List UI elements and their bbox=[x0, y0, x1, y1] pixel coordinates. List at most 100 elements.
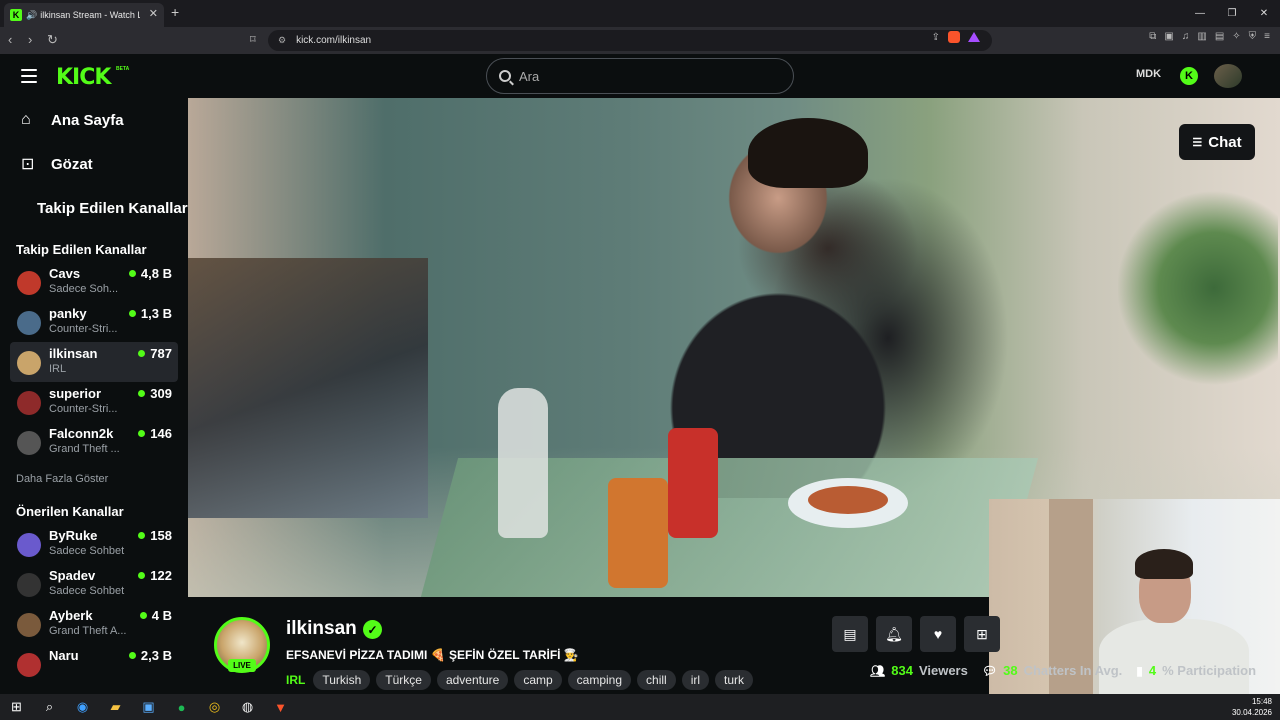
url-text[interactable]: kick.com/ilkinsan bbox=[296, 35, 371, 46]
system-clock[interactable]: 15:48 30.04.2026 bbox=[1232, 696, 1272, 718]
channel-item-naru[interactable]: Naru 2,3 B bbox=[10, 644, 178, 684]
kick-rewards-icon[interactable]: K bbox=[1180, 67, 1198, 85]
verified-icon: ✓ bbox=[363, 620, 382, 639]
brave-shields-icon[interactable] bbox=[948, 31, 960, 43]
tag-chip[interactable]: chill bbox=[637, 670, 676, 690]
hamburger-menu-icon[interactable] bbox=[21, 69, 37, 83]
chat-toggle-button[interactable]: ☰ Chat bbox=[1179, 124, 1255, 160]
tag-chip[interactable]: camp bbox=[514, 670, 562, 690]
spotify-icon[interactable]: ● bbox=[165, 694, 198, 720]
taskbar: ⊞ ⌕ ◉ ▰ ▣ ● ◎ ◍ ▼ 15:48 30.04.2026 bbox=[0, 694, 1280, 720]
clip-button[interactable]: ▤ bbox=[832, 616, 868, 652]
streamer-name[interactable]: ilkinsan bbox=[286, 618, 357, 640]
category-link[interactable]: IRL bbox=[286, 673, 305, 687]
sidebar-item-following[interactable]: Takip Edilen Kanallar bbox=[0, 186, 188, 230]
sidebar-icon[interactable]: ▥ bbox=[1197, 31, 1206, 42]
tag-chip[interactable]: irl bbox=[681, 670, 710, 690]
menu-icon[interactable]: ≡ bbox=[1264, 31, 1270, 42]
tag-chip[interactable]: camping bbox=[567, 670, 632, 690]
viewer-count: 309 bbox=[150, 386, 172, 401]
stream-info: LIVE ilkinsan ✓ EFSANEVİ PİZZA TADIMI 🍕 … bbox=[188, 597, 1000, 694]
live-dot-icon bbox=[138, 350, 146, 357]
live-dot-icon bbox=[138, 430, 146, 437]
webcam-hair bbox=[1135, 549, 1193, 579]
channel-avatar bbox=[17, 311, 41, 335]
leo-icon[interactable]: ✧ bbox=[1232, 31, 1240, 42]
chat-button-label: Chat bbox=[1208, 133, 1242, 151]
show-more-link[interactable]: Daha Fazla Göster bbox=[0, 466, 188, 492]
obs-icon[interactable]: ◍ bbox=[231, 694, 264, 720]
channel-item-cavs[interactable]: Cavs Sadece Soh... 4,8 B bbox=[10, 262, 178, 302]
recommended-channels-title: Önerilen Kanallar bbox=[16, 503, 124, 519]
viewer-count: 158 bbox=[150, 528, 172, 543]
reload-icon[interactable]: ↻ bbox=[47, 32, 58, 48]
channel-item-byruke[interactable]: ByRuke Sadece Sohbet 158 bbox=[10, 524, 178, 564]
stream-tags: IRL Turkish Türkçe adventure camp campin… bbox=[286, 670, 754, 690]
tag-chip[interactable]: Türkçe bbox=[376, 670, 431, 690]
channel-category: Grand Theft A... bbox=[49, 625, 127, 637]
tag-chip[interactable]: adventure bbox=[436, 670, 509, 690]
follow-heart-icon[interactable]: ♥ bbox=[920, 616, 956, 652]
kick-logo[interactable]: KICK bbox=[56, 65, 111, 90]
close-window-button[interactable]: ✕ bbox=[1248, 0, 1280, 27]
channel-category: Counter-Stri... bbox=[49, 403, 118, 415]
viewer-count: 787 bbox=[150, 346, 172, 361]
tag-chip[interactable]: turk bbox=[715, 670, 754, 690]
sidebar-item-home[interactable]: ⌂ Ana Sayfa bbox=[0, 98, 188, 142]
channel-category: Sadece Soh... bbox=[49, 283, 119, 295]
taskbar-search-icon[interactable]: ⌕ bbox=[33, 694, 66, 720]
channel-avatar bbox=[17, 271, 41, 295]
browser-tab[interactable]: K 🔊 ilkinsan Stream - Watch Live ✕ bbox=[4, 3, 164, 27]
back-icon[interactable]: ‹ bbox=[8, 32, 12, 47]
search-input[interactable] bbox=[519, 68, 769, 84]
extension-icon[interactable]: ⧉ bbox=[1149, 31, 1156, 42]
tag-chip[interactable]: Turkish bbox=[313, 670, 371, 690]
channel-viewers: 2,3 B bbox=[128, 648, 172, 663]
gift-icon[interactable]: ⊞ bbox=[964, 616, 1000, 652]
live-dot-icon bbox=[128, 270, 136, 277]
media-icon[interactable]: ♫ bbox=[1182, 31, 1190, 42]
sidebar-item-label: Ana Sayfa bbox=[51, 111, 124, 129]
close-tab-icon[interactable]: ✕ bbox=[149, 7, 158, 20]
channel-item-spadev[interactable]: Spadev Sadece Sohbet 122 bbox=[10, 564, 178, 604]
audio-playing-icon[interactable]: 🔊 bbox=[26, 10, 37, 21]
vpn-icon[interactable]: ⛨ bbox=[1249, 31, 1257, 42]
site-info-icon[interactable]: ⚙ bbox=[278, 35, 286, 46]
sidebar-item-browse[interactable]: ⊡ Gözat bbox=[0, 142, 188, 186]
file-explorer-icon[interactable]: ▰ bbox=[99, 694, 132, 720]
edge-icon[interactable]: ◉ bbox=[66, 694, 99, 720]
beta-badge: BETA bbox=[116, 66, 130, 72]
channel-item-superior[interactable]: superior Counter-Stri... 309 bbox=[10, 382, 178, 422]
channel-item-panky[interactable]: panky Counter-Stri... 1,3 B bbox=[10, 302, 178, 342]
channel-category: IRL bbox=[49, 363, 67, 375]
bookmark-icon[interactable]: ⌑ bbox=[250, 33, 256, 46]
forward-icon[interactable]: › bbox=[28, 32, 32, 47]
restore-button[interactable]: ❐ bbox=[1216, 0, 1248, 27]
chrome-icon[interactable]: ◎ bbox=[198, 694, 231, 720]
channel-avatar bbox=[17, 653, 41, 677]
channel-item-ayberk[interactable]: Ayberk Grand Theft A... 4 B bbox=[10, 604, 178, 644]
site-header: KICK BETA MDK K bbox=[0, 54, 1280, 98]
channel-item-ilkinsan[interactable]: ilkinsan IRL 787 bbox=[10, 342, 178, 382]
brave-icon[interactable]: ▼ bbox=[264, 694, 297, 720]
new-tab-button[interactable]: + bbox=[171, 4, 179, 20]
browse-icon: ⊡ bbox=[21, 156, 35, 173]
channel-category: Sadece Sohbet bbox=[49, 545, 125, 557]
channel-item-falconn2k[interactable]: Falconn2k Grand Theft ... 146 bbox=[10, 422, 178, 462]
browser-tabbar: K 🔊 ilkinsan Stream - Watch Live ✕ + — ❐… bbox=[0, 0, 1280, 27]
user-avatar[interactable] bbox=[1214, 64, 1242, 88]
channel-avatar bbox=[17, 573, 41, 597]
mdk-icon[interactable]: MDK bbox=[1136, 68, 1161, 80]
screenshot-icon[interactable]: ▣ bbox=[1164, 31, 1173, 42]
channel-avatar bbox=[17, 391, 41, 415]
minimize-button[interactable]: — bbox=[1184, 0, 1216, 27]
video-scene-bottle bbox=[498, 388, 548, 538]
address-bar[interactable]: ⚙ kick.com/ilkinsan bbox=[268, 30, 992, 51]
brave-rewards-icon[interactable] bbox=[968, 32, 980, 42]
search-box[interactable] bbox=[486, 58, 794, 94]
notification-bell-icon[interactable]: 🔔︎ bbox=[876, 616, 912, 652]
wallet-icon[interactable]: ▤ bbox=[1215, 31, 1224, 42]
share-icon[interactable]: ⇪ bbox=[932, 32, 940, 43]
windows-start-icon[interactable]: ⊞ bbox=[0, 694, 33, 720]
app-store-icon[interactable]: ▣ bbox=[132, 694, 165, 720]
